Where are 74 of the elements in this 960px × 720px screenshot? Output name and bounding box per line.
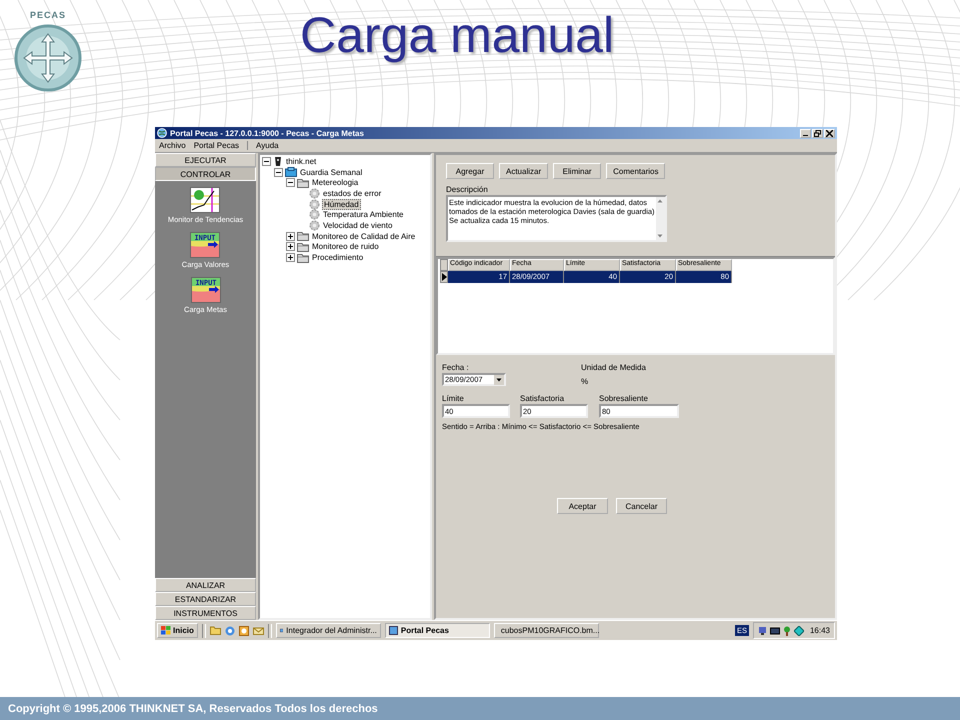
- windows-flag-icon: [161, 626, 171, 635]
- group-icon: [285, 167, 297, 178]
- folder-icon: [297, 252, 309, 263]
- plant-icon[interactable]: [782, 626, 792, 636]
- tree-item[interactable]: Monitoreo de Calidad de Aire: [311, 232, 416, 241]
- tree-item[interactable]: Monitoreo de ruido: [311, 242, 380, 252]
- copyright-text: Copyright © 1995,2006 THINKNET SA, Reservados Todos los derechos: [8, 702, 378, 714]
- expander-icon[interactable]: [286, 242, 295, 252]
- menu-item[interactable]: Archivo: [159, 141, 186, 150]
- expander-icon[interactable]: [274, 168, 283, 177]
- toolbar-button[interactable]: Comentarios: [606, 163, 666, 179]
- diamond-icon[interactable]: [794, 626, 804, 636]
- gear-icon: [309, 220, 320, 231]
- network-icon[interactable]: [758, 626, 768, 636]
- slide-title: Carga manual: [300, 10, 614, 65]
- gear-icon: [309, 188, 320, 199]
- field-label: Límite: [442, 394, 465, 403]
- gear-icon: [309, 198, 320, 210]
- field-label: Satisfactoria: [520, 394, 566, 403]
- menu-item[interactable]: Portal Pecas: [194, 141, 240, 150]
- app-icon: [388, 626, 398, 635]
- unit-value: %: [581, 377, 590, 386]
- field-label: Sobresaliente: [599, 394, 649, 403]
- nav-button[interactable]: EJECUTAR: [155, 153, 256, 167]
- mail-icon[interactable]: [252, 626, 264, 635]
- expander-icon[interactable]: [286, 232, 295, 241]
- app-icon: [280, 626, 284, 635]
- clock: 16:43: [810, 626, 830, 635]
- expander-icon[interactable]: [286, 178, 295, 188]
- tree-item[interactable]: Temperatura Ambiente: [322, 210, 404, 220]
- nav-button[interactable]: ANALIZAR: [155, 578, 256, 592]
- close-icon: [826, 130, 833, 136]
- window-title: Portal Pecas - 127.0.0.1:9000 - Pecas - Carga Metas: [170, 128, 364, 138]
- form-button[interactable]: Aceptar: [557, 498, 608, 514]
- taskbar-button[interactable]: cubosPM10GRAFICO.bm...: [494, 623, 599, 638]
- description-label: Descripción: [446, 185, 489, 194]
- folder-icon: [297, 178, 309, 188]
- unit-label: Unidad de Medida: [581, 363, 646, 372]
- tree-item[interactable]: estados de error: [322, 188, 382, 198]
- taskbar-button[interactable]: Integrador del Administr...: [276, 623, 381, 638]
- expander-icon[interactable]: [262, 156, 271, 166]
- gear-icon: [309, 209, 320, 220]
- nav-button[interactable]: INSTRUMENTOS: [155, 606, 256, 620]
- browser-icon[interactable]: [224, 626, 235, 636]
- start-button[interactable]: Inicio: [157, 623, 198, 638]
- folder-icon: [297, 231, 309, 242]
- form-button[interactable]: Cancelar: [616, 498, 667, 514]
- close-button[interactable]: [824, 128, 835, 138]
- tree-item[interactable]: Velocidad de viento: [322, 220, 394, 230]
- restore-icon: [814, 130, 821, 136]
- toolbar-button[interactable]: Agregar: [446, 163, 494, 179]
- monitor-icon[interactable]: [770, 626, 780, 636]
- expander-icon[interactable]: [286, 253, 295, 262]
- date-label: Fecha :: [442, 363, 470, 372]
- globe-icon: [157, 128, 167, 138]
- menu-item[interactable]: Ayuda: [256, 141, 279, 150]
- tree-item[interactable]: Procedimiento: [311, 253, 364, 262]
- logo-text: PECAS: [30, 10, 66, 20]
- tree-item[interactable]: Guardia Semanal: [299, 168, 364, 177]
- nav-button[interactable]: CONTROLAR: [155, 167, 256, 181]
- device-icon: [273, 156, 283, 167]
- tree-item[interactable]: Húmedad: [322, 198, 361, 210]
- restore-button[interactable]: [812, 128, 823, 138]
- toolbar-button[interactable]: Actualizar: [499, 163, 548, 179]
- nav-button[interactable]: ESTANDARIZAR: [155, 592, 256, 606]
- folder-icon: [297, 242, 309, 252]
- tree-item[interactable]: think.net: [285, 156, 318, 166]
- tree-item[interactable]: Metereologia: [311, 178, 360, 188]
- taskbar-button[interactable]: Portal Pecas: [384, 623, 490, 638]
- toolbar-button[interactable]: Eliminar: [553, 163, 602, 179]
- scroll-bar[interactable]: [656, 197, 665, 240]
- minimize-button[interactable]: [800, 128, 811, 138]
- trend-chart-icon[interactable]: [190, 187, 220, 213]
- media-icon[interactable]: [238, 626, 249, 636]
